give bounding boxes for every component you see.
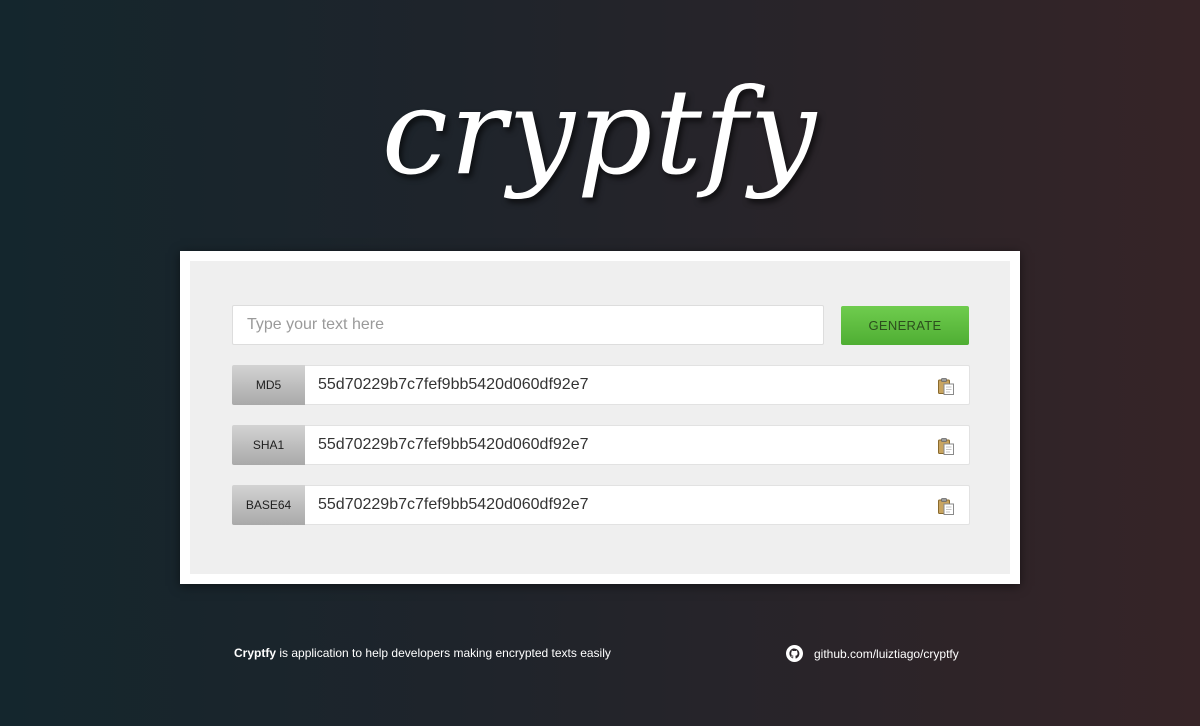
generate-button[interactable]: GENERATE — [841, 306, 969, 345]
result-value-text: 55d70229b7c7fef9bb5420d060df92e7 — [318, 436, 589, 453]
result-label: BASE64 — [232, 485, 305, 525]
clipboard-icon[interactable] — [937, 377, 955, 395]
footer-github: github.com/luiztiago/cryptfy — [786, 645, 959, 662]
result-row-base64: BASE64 55d70229b7c7fef9bb5420d060df92e7 — [232, 485, 970, 525]
footer-brand: Cryptfy — [234, 646, 277, 660]
github-link[interactable]: github.com/luiztiago/cryptfy — [814, 647, 959, 661]
result-row-sha1: SHA1 55d70229b7c7fef9bb5420d060df92e7 — [232, 425, 970, 465]
footer-tagline: Cryptfy is application to help developer… — [234, 646, 611, 660]
result-value[interactable]: 55d70229b7c7fef9bb5420d060df92e7 — [305, 365, 970, 405]
result-value-text: 55d70229b7c7fef9bb5420d060df92e7 — [318, 376, 589, 393]
main-card: GENERATE MD5 55d70229b7c7fef9bb5420d060d… — [180, 251, 1020, 584]
result-value[interactable]: 55d70229b7c7fef9bb5420d060df92e7 — [305, 485, 970, 525]
result-row-md5: MD5 55d70229b7c7fef9bb5420d060df92e7 — [232, 365, 970, 405]
result-value[interactable]: 55d70229b7c7fef9bb5420d060df92e7 — [305, 425, 970, 465]
card-inner: GENERATE MD5 55d70229b7c7fef9bb5420d060d… — [190, 261, 1010, 574]
github-icon — [786, 645, 803, 662]
clipboard-icon[interactable] — [937, 437, 955, 455]
footer-tagline-text: is application to help developers making… — [276, 646, 611, 660]
result-label: MD5 — [232, 365, 305, 405]
app-logo: cryptfy — [381, 63, 819, 201]
clipboard-icon[interactable] — [937, 497, 955, 515]
result-label: SHA1 — [232, 425, 305, 465]
text-input[interactable] — [232, 305, 824, 345]
result-value-text: 55d70229b7c7fef9bb5420d060df92e7 — [318, 496, 589, 513]
